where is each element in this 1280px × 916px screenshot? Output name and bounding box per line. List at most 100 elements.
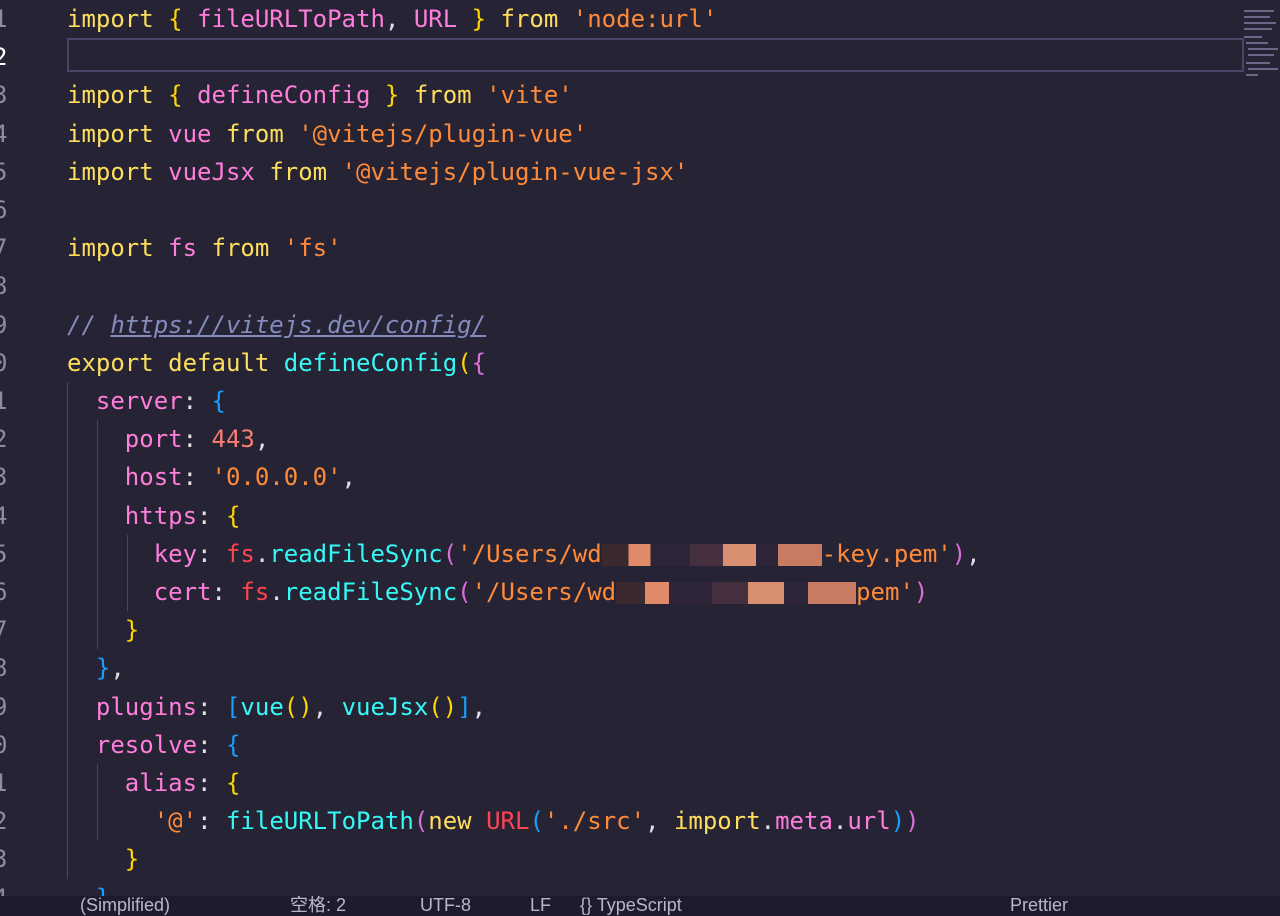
token: vue: [240, 692, 284, 721]
code-line[interactable]: 3 }: [0, 840, 1244, 878]
code-line[interactable]: 1 import { fileURLToPath, URL } from 'nod…: [0, 0, 1244, 38]
link[interactable]: https://vitejs.dev/config/: [110, 311, 486, 339]
code-line[interactable]: 2 '@': fileURLToPath(new URL('./src', im…: [0, 802, 1244, 840]
status-item-indentation[interactable]: 空格: 2: [290, 896, 346, 916]
token: fileURLToPath: [225, 807, 414, 836]
token: meta: [775, 807, 833, 836]
token: (): [283, 692, 313, 721]
code-line[interactable]: 2: [0, 38, 1244, 76]
token: defineConfig: [283, 348, 458, 377]
code-text: cert: fs.readFileSync('/Users/wd pem'): [67, 573, 929, 611]
token: 'node:url': [572, 5, 718, 33]
code-line[interactable]: 4 https: {: [0, 497, 1244, 535]
line-number: 9: [0, 310, 8, 339]
token: (: [457, 578, 472, 606]
line-number: 2: [0, 807, 8, 836]
status-item-language[interactable]: (Simplified): [80, 896, 170, 916]
status-item-prettier[interactable]: Prettier: [1010, 896, 1068, 916]
token: from: [225, 119, 284, 148]
token: url: [847, 807, 891, 836]
code-editor[interactable]: 1 import { fileURLToPath, URL } from 'nod…: [0, 0, 1244, 896]
token: (: [457, 348, 472, 377]
code-line[interactable]: 8 },: [0, 649, 1244, 687]
token: '@': [153, 807, 198, 836]
indent-guide: [67, 382, 68, 879]
code-line[interactable]: 5 key: fs.readFileSync('/Users/wd -key.pe…: [0, 535, 1244, 573]
token: defineConfig: [197, 81, 371, 110]
token: }: [124, 616, 140, 645]
minimap[interactable]: [1244, 0, 1280, 90]
code-line[interactable]: 4 }: [0, 879, 1244, 896]
status-item-language-mode[interactable]: {} TypeScript: [580, 896, 682, 916]
comment-link: https://vitejs.dev/config/: [110, 311, 486, 339]
code-line[interactable]: 7 import fs from 'fs': [0, 229, 1244, 267]
token: }: [384, 81, 400, 110]
line-number: 2: [0, 43, 8, 72]
token: new: [428, 807, 472, 836]
code-line[interactable]: 0 resolve: {: [0, 726, 1244, 764]
token: plugins: [95, 692, 198, 721]
token: -key.pem': [821, 539, 952, 568]
code-line[interactable]: 5 import vueJsx from '@vitejs/plugin-vue-…: [0, 153, 1244, 191]
token: from: [500, 5, 559, 33]
redacted-region: [601, 543, 822, 566]
code-line[interactable]: 3 host: '0.0.0.0',: [0, 458, 1244, 496]
token: ,: [645, 807, 674, 836]
token: 'fs': [283, 234, 342, 263]
token: fs: [225, 539, 255, 568]
token: :: [197, 730, 226, 759]
code-text: '@': fileURLToPath(new URL('./src', impo…: [67, 802, 920, 840]
token: vue: [168, 119, 212, 148]
token: '0.0.0.0': [211, 463, 342, 492]
code-line[interactable]: 1 server: {: [0, 382, 1244, 420]
token: :: [197, 692, 226, 721]
token: ,: [110, 654, 125, 683]
code-line[interactable]: 2 port: 443,: [0, 420, 1244, 458]
code-line[interactable]: 6 cert: fs.readFileSync('/Users/wd pem'): [0, 573, 1244, 611]
code-text: // https://vitejs.dev/config/: [67, 306, 486, 344]
token: //: [67, 310, 111, 339]
line-number: 6: [0, 196, 8, 224]
code-line[interactable]: 0 export default defineConfig({: [0, 344, 1244, 382]
token: :: [211, 578, 241, 606]
token: ): [913, 578, 929, 606]
code-line[interactable]: 3 import { defineConfig } from 'vite': [0, 76, 1244, 114]
code-line[interactable]: 8: [0, 267, 1244, 305]
status-item-eol[interactable]: LF: [530, 896, 551, 916]
code-line[interactable]: 1 alias: {: [0, 764, 1244, 802]
token: import: [673, 807, 761, 836]
code-text: https: {: [67, 497, 241, 535]
token: import: [67, 5, 154, 33]
code-text: plugins: [vue(), vueJsx()],: [67, 688, 486, 726]
token: .: [269, 578, 284, 606]
token: (): [428, 692, 458, 721]
line-number: 3: [0, 81, 8, 110]
token: ,: [471, 692, 487, 721]
line-number: 3: [0, 845, 8, 874]
code-line[interactable]: 4 import vue from '@vitejs/plugin-vue': [0, 115, 1244, 153]
code-line[interactable]: 6: [0, 191, 1244, 229]
code-line[interactable]: 9 plugins: [vue(), vueJsx()],: [0, 688, 1244, 726]
line-number: 9: [0, 692, 8, 721]
token: alias: [124, 769, 198, 797]
line-number: 1: [0, 387, 8, 415]
token: ): [890, 807, 906, 836]
line-number: 2: [0, 425, 8, 454]
line-number: 7: [0, 234, 8, 263]
status-item-encoding[interactable]: UTF-8: [420, 896, 471, 916]
token: import: [67, 234, 154, 263]
code-line[interactable]: 9 // https://vitejs.dev/config/: [0, 306, 1244, 344]
code-line[interactable]: 7 }: [0, 611, 1244, 649]
